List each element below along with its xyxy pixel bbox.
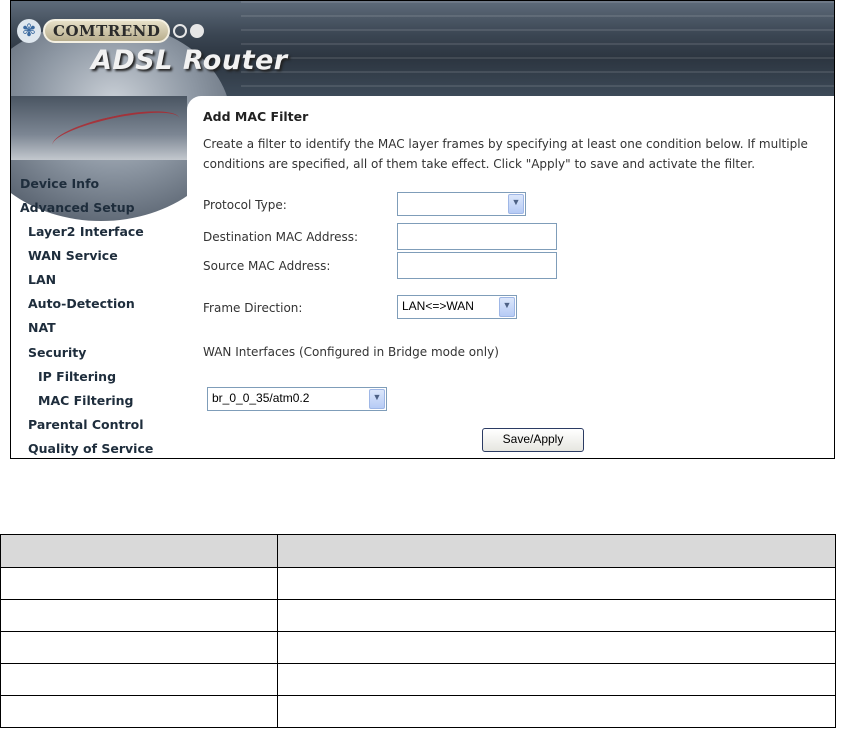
table-cell [277,631,836,664]
sidebar-item-parental-control[interactable]: Parental Control [28,417,144,432]
chevron-down-icon: ▼ [369,389,385,409]
sidebar-item-layer2-interface[interactable]: Layer2 Interface [28,224,144,239]
sidebar-item-wan-service[interactable]: WAN Service [28,248,118,263]
save-apply-button[interactable]: Save/Apply [482,428,584,452]
table-cell [0,663,278,696]
chevron-down-icon: ▼ [499,297,515,317]
sidebar-item-advanced-setup[interactable]: Advanced Setup [20,200,135,215]
sidebar-item-nat[interactable]: NAT [28,320,56,335]
table-header-cell [277,534,836,568]
table-row [0,567,836,600]
sidebar-item-ip-filtering[interactable]: IP Filtering [38,369,116,384]
frame-direction-select[interactable]: LAN<=>WAN ▼ [397,295,517,319]
page-title: Add MAC Filter [203,109,309,124]
dot-icon [190,24,205,38]
sidebar-graphic [11,96,187,162]
sidebar-item-device-info[interactable]: Device Info [20,176,99,191]
table-cell [0,631,278,664]
table-cell [277,663,836,696]
wan-interface-select[interactable]: br_0_0_35/atm0.2 ▼ [207,387,387,411]
table-cell [277,599,836,632]
table-cell [0,567,278,600]
swoosh-decoration [49,102,183,162]
sidebar-item-mac-filtering[interactable]: MAC Filtering [38,393,134,408]
wan-interfaces-label: WAN Interfaces (Configured in Bridge mod… [203,345,499,359]
main-content: Add MAC Filter Create a filter to identi… [187,96,834,458]
chevron-down-icon: ▼ [508,194,524,214]
table-cell [0,599,278,632]
source-mac-input[interactable] [397,252,557,279]
table-cell [277,695,836,728]
table-row [0,599,836,632]
flower-icon: ✾ [17,19,41,43]
sidebar-item-quality-of-service[interactable]: Quality of Service [28,441,153,456]
page-description: Create a filter to identify the MAC laye… [203,137,808,171]
table-header-row [0,534,836,568]
frame-direction-label: Frame Direction: [203,301,303,315]
protocol-type-label: Protocol Type: [203,198,287,212]
table-cell [0,695,278,728]
product-title: ADSL Router [91,45,288,76]
destination-mac-input[interactable] [397,223,557,250]
destination-mac-label: Destination MAC Address: [203,230,359,244]
ring-icon [173,24,188,38]
sidebar-item-auto-detection[interactable]: Auto-Detection [28,296,135,311]
table-cell [277,567,836,600]
sidebar-item-lan[interactable]: LAN [28,272,56,287]
wan-interface-value: br_0_0_35/atm0.2 [212,391,310,405]
source-mac-label: Source MAC Address: [203,259,331,273]
banner-stripes [241,1,834,96]
logo: ✾ COMTREND [17,19,205,43]
brand-name: COMTREND [43,19,171,43]
table-row [0,695,836,728]
header-banner: ✾ COMTREND ADSL Router [11,1,834,221]
frame-direction-value: LAN<=>WAN [402,299,474,313]
protocol-type-select[interactable]: ▼ [397,192,526,216]
router-screenshot: ✾ COMTREND ADSL Router Device Info Advan… [10,0,835,459]
sidebar-item-security[interactable]: Security [28,345,86,360]
table-row [0,631,836,664]
table-row [0,663,836,696]
table-header-cell [0,534,278,568]
description-table [0,534,836,728]
